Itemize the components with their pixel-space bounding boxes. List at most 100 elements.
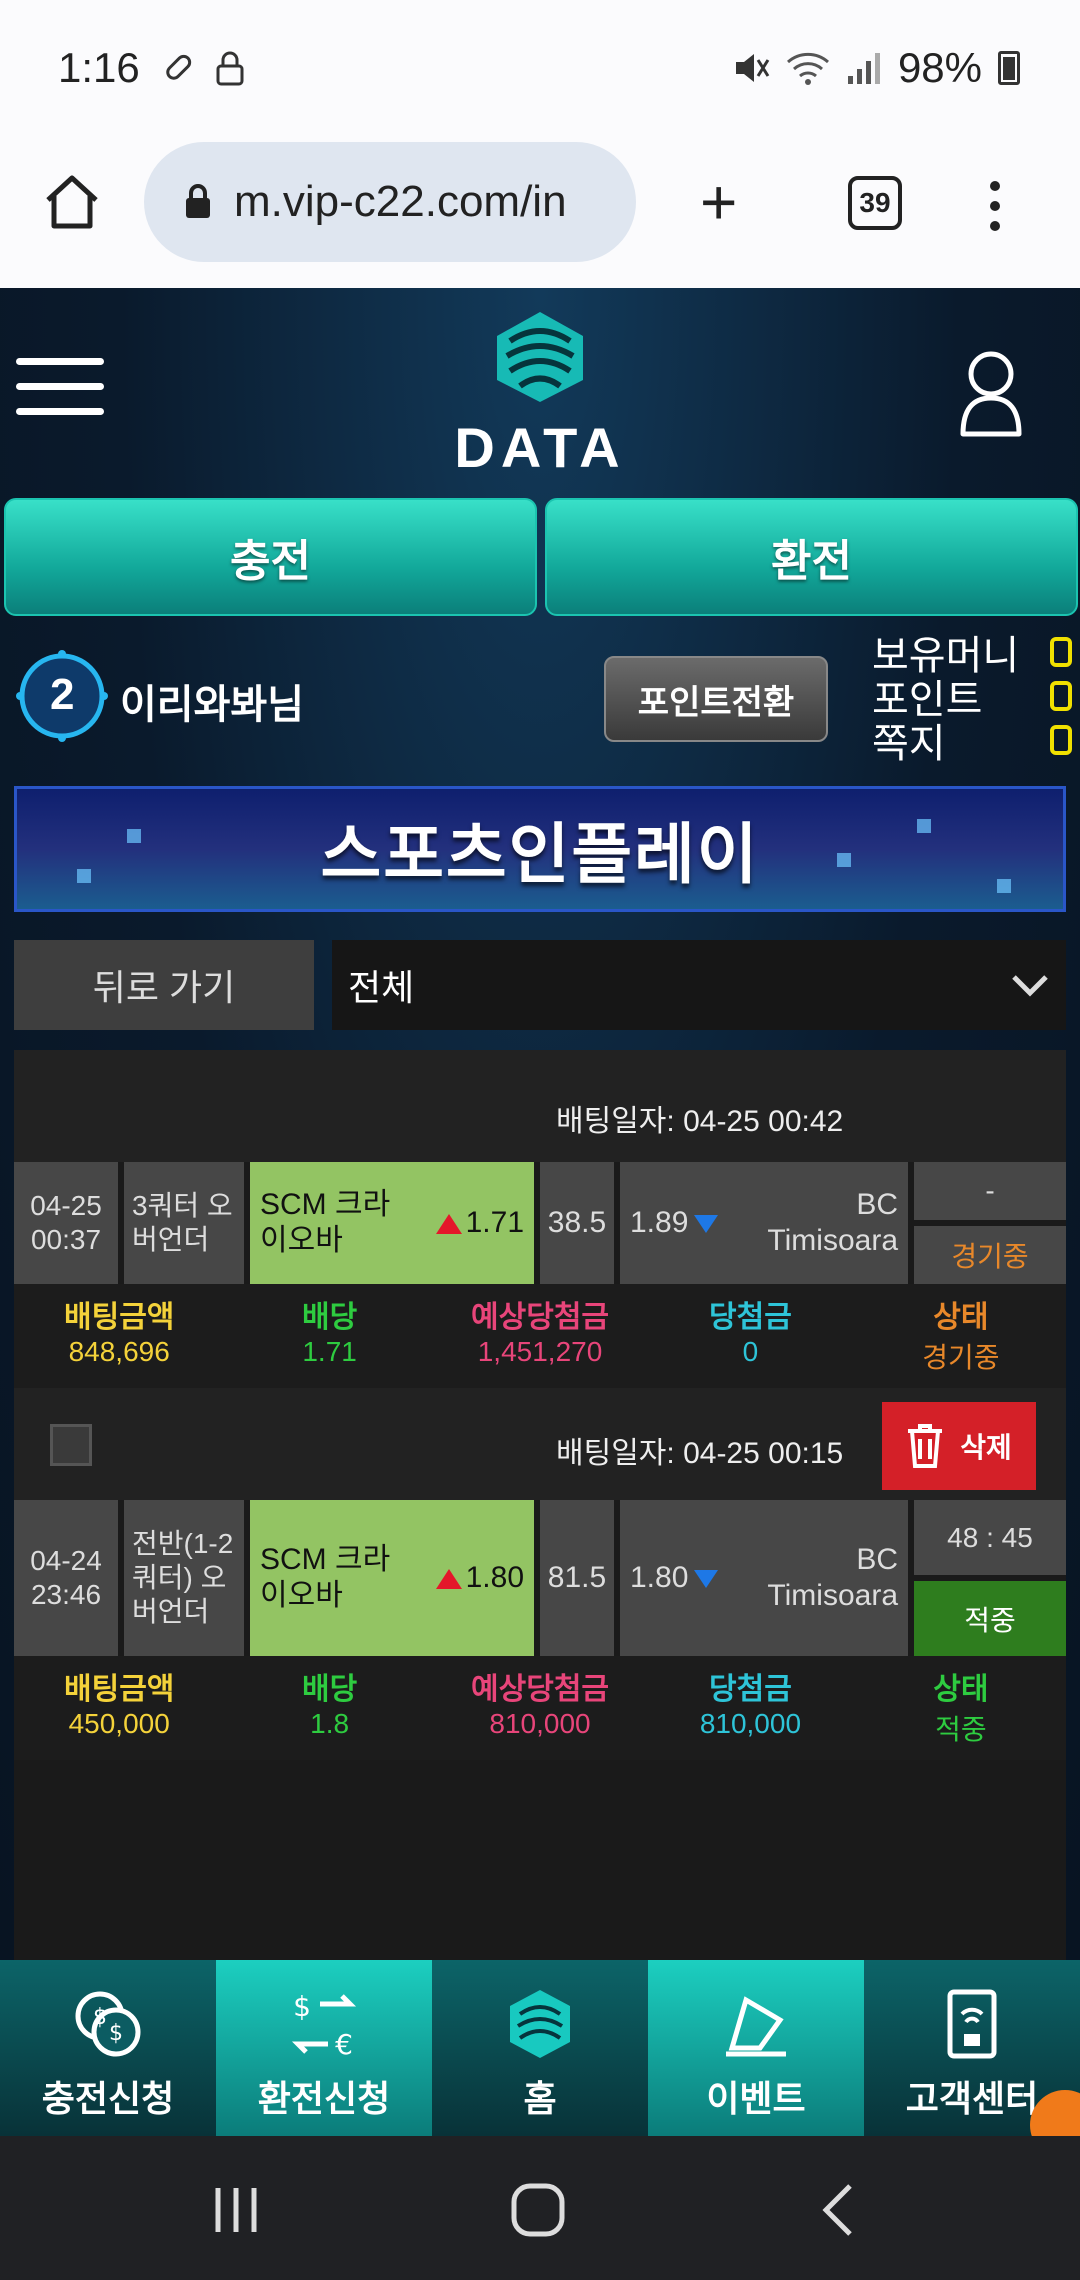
point-convert-button[interactable]: 포인트전환 — [604, 656, 828, 742]
nav-withdraw-request[interactable]: $ € 환전신청 — [216, 1960, 432, 2136]
bet-date: 배팅일자: 04-25 00:42 — [556, 1105, 844, 1138]
status-icons-right: 98% — [732, 44, 1020, 92]
svg-text:$: $ — [93, 2005, 107, 2030]
user-profile-icon[interactable] — [958, 348, 1024, 438]
stat-money-value: 0 — [1050, 637, 1072, 667]
odds-down-icon — [694, 1570, 719, 1589]
support-icon — [947, 1989, 997, 2059]
logo-mark-icon — [497, 312, 583, 402]
lock-status-icon — [216, 51, 244, 86]
away-team-cell[interactable]: 1.89 BC Timisoara — [620, 1162, 908, 1284]
hamburger-menu-icon[interactable] — [16, 358, 104, 418]
bet-header: 배팅일자: 04-25 00:15 삭제 — [14, 1388, 1066, 1500]
nav-event[interactable]: 이벤트 — [648, 1960, 864, 2136]
lock-icon — [186, 184, 210, 218]
odds-down-icon — [694, 1215, 719, 1234]
username: 이리와봐님 — [120, 683, 304, 727]
signal-icon — [847, 53, 880, 84]
stat-points-value: 0 — [1050, 681, 1072, 711]
select-checkbox[interactable] — [50, 1424, 92, 1466]
withdraw-button[interactable]: 환전 — [545, 498, 1078, 616]
coins-icon: $$ — [75, 1991, 141, 2057]
url-bar[interactable]: m.vip-c22.com/in — [144, 142, 636, 262]
level-number: 2 — [50, 670, 75, 719]
odds-up-icon — [435, 1569, 462, 1590]
bet-list: 배팅일자: 04-25 00:42 04-25 00:37 3쿼터 오버언더 SC… — [14, 1050, 1066, 1960]
bet-row: 04-24 23:46 전반(1-2쿼터) 오버언더 SCM 크라이오바 1.80 … — [14, 1500, 1066, 1656]
home-team: SCM 크라이오바 — [260, 1188, 391, 1257]
logo-wordmark: DATA — [454, 416, 626, 479]
bet-status: 적중 — [935, 1714, 987, 1745]
home-odds: 1.71 — [465, 1206, 524, 1239]
away-team: BC Timisoara — [767, 1543, 898, 1612]
svg-text:$: $ — [293, 1990, 311, 2023]
trash-icon — [908, 1424, 943, 1468]
mute-icon — [735, 54, 770, 82]
away-team-cell[interactable]: 1.80 BC Timisoara — [620, 1500, 908, 1656]
handicap-line: 81.5 — [540, 1500, 614, 1656]
expected-win: 810,000 — [489, 1708, 591, 1739]
category-select[interactable]: 전체 — [332, 940, 1066, 1030]
bet-amount: 848,696 — [68, 1336, 170, 1367]
bet-row: 04-25 00:37 3쿼터 오버언더 SCM 크라이오바 1.71 38.5 1… — [14, 1162, 1066, 1284]
money-actions: 충전 환전 — [4, 498, 1078, 616]
back-button[interactable]: 뒤로 가기 — [14, 940, 314, 1030]
nav-deposit-request[interactable]: $ $ 충전신청 — [0, 1960, 216, 2136]
bet-type: 3쿼터 오버언더 — [124, 1162, 244, 1284]
match-time: 04-25 00:37 — [14, 1162, 118, 1284]
game-status: 적중 — [914, 1581, 1066, 1656]
bet-odds: 1.71 — [302, 1336, 357, 1367]
new-tab-button[interactable]: + — [700, 170, 737, 234]
page-banner: 스포츠인플레이 — [14, 786, 1066, 912]
battery-icon — [998, 51, 1020, 85]
bet-header: 배팅일자: 04-25 00:42 — [14, 1050, 1066, 1162]
browser-toolbar: m.vip-c22.com/in + 39 — [0, 140, 1080, 288]
category-select-value: 전체 — [348, 967, 415, 1008]
tab-switcher-button[interactable]: 39 — [848, 176, 902, 230]
back-nav-icon[interactable] — [810, 2180, 870, 2240]
battery-percent: 98% — [897, 44, 982, 91]
bet-odds: 1.8 — [310, 1708, 350, 1739]
score: - — [914, 1162, 1066, 1220]
nav-home[interactable]: 홈 — [432, 1960, 648, 2136]
home-nav-icon[interactable] — [508, 2180, 568, 2240]
browser-menu-icon[interactable] — [980, 176, 1010, 236]
delete-button[interactable]: 삭제 — [882, 1402, 1036, 1490]
home-odds: 1.80 — [465, 1561, 524, 1594]
bet-type: 전반(1-2쿼터) 오버언더 — [124, 1500, 244, 1656]
bet-summary: 배팅금액 848,696 배당 1.71 예상당첨금 1,451,270 당첨금 0 상… — [14, 1284, 1066, 1388]
odds-up-icon — [435, 1214, 462, 1235]
pill-icon — [166, 54, 192, 80]
away-odds: 1.80 — [630, 1561, 689, 1594]
status-icons-left — [160, 50, 246, 88]
bet-amount: 450,000 — [68, 1708, 170, 1739]
event-icon — [726, 1996, 786, 2057]
browser-home-icon[interactable] — [40, 170, 104, 234]
status-time: 1:16 — [58, 44, 140, 91]
away-odds: 1.89 — [630, 1206, 689, 1239]
svg-text:$: $ — [109, 2021, 123, 2046]
home-logo-icon — [510, 1990, 570, 2058]
recent-apps-icon[interactable] — [206, 2180, 266, 2240]
page-title: 스포츠인플레이 — [320, 817, 760, 891]
score: 48 : 45 — [914, 1500, 1066, 1575]
bottom-nav: $ $ 충전신청 $ € 환전신청 홈 이벤트 고객센터 — [0, 1960, 1080, 2136]
exchange-icon: $€ — [291, 1990, 357, 2061]
match-time: 04-24 23:46 — [14, 1500, 118, 1656]
system-nav-bar — [0, 2136, 1080, 2280]
app-content: DATA 충전 환전 2 이리와봐님 포인트전환 보유머니0 포인트0 쪽지0 … — [0, 288, 1080, 1960]
home-team-cell[interactable]: SCM 크라이오바 1.80 — [250, 1500, 534, 1656]
filter-bar: 뒤로 가기 전체 — [14, 940, 1066, 1030]
expected-win: 1,451,270 — [477, 1336, 603, 1367]
deposit-button[interactable]: 충전 — [4, 498, 537, 616]
bet-date: 배팅일자: 04-25 00:15 — [556, 1437, 844, 1470]
user-stats: 보유머니0 포인트0 쪽지0 — [872, 630, 1072, 766]
wifi-icon — [786, 52, 829, 85]
game-status-cell: 48 : 45 적중 — [914, 1500, 1066, 1656]
away-team: BC Timisoara — [767, 1188, 898, 1257]
bet-summary: 배팅금액 450,000 배당 1.8 예상당첨금 810,000 당첨금 810,00… — [14, 1656, 1066, 1760]
chevron-down-icon — [1012, 975, 1048, 997]
stat-messages-value: 0 — [1050, 725, 1072, 755]
site-logo[interactable]: DATA — [440, 306, 640, 486]
home-team-cell[interactable]: SCM 크라이오바 1.71 — [250, 1162, 534, 1284]
